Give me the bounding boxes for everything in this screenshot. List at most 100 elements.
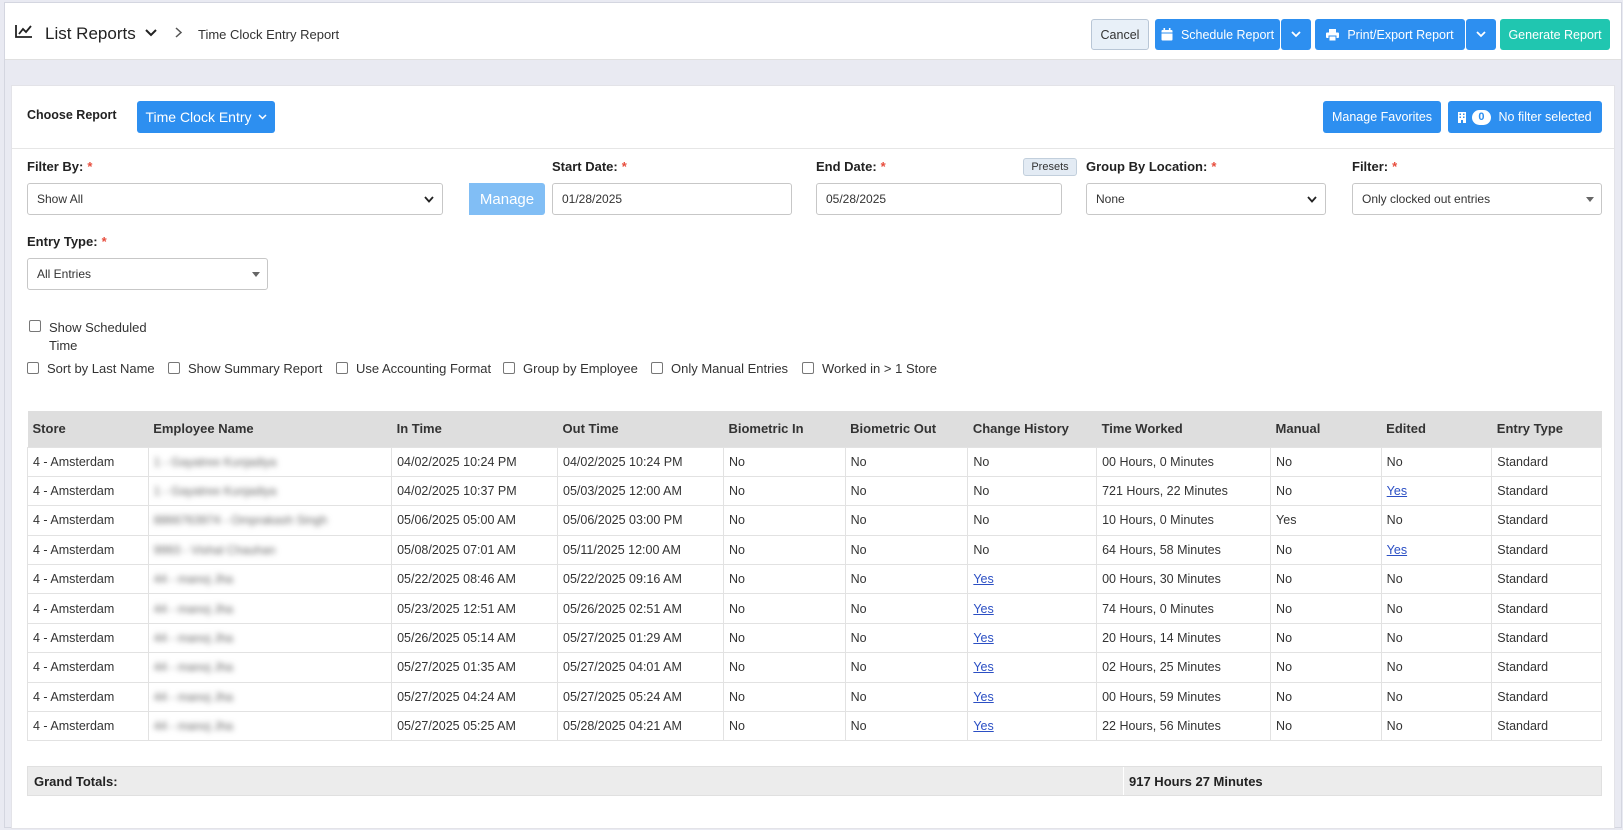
table-cell-type: Standard	[1491, 652, 1602, 683]
checkbox-box[interactable]	[29, 320, 41, 332]
worked-multi-store-checkbox[interactable]: Worked in > 1 Store	[802, 361, 937, 376]
end-date-input[interactable]: 05/28/2025	[816, 183, 1062, 215]
group-by-location-label: Group By Location: *	[1086, 159, 1217, 174]
column-header[interactable]: In Time	[391, 411, 558, 447]
table-row[interactable]: 4 - Amsterdam 9993 - Vishal Chauhan 05/08/…	[27, 534, 1602, 566]
checkbox-box[interactable]	[27, 362, 39, 374]
table-row[interactable]: 4 - Amsterdam 44 - manoj Jha 05/23/2025 12…	[27, 593, 1602, 624]
accounting-format-checkbox[interactable]: Use Accounting Format	[336, 361, 491, 376]
entry-type-select[interactable]: All Entries	[27, 258, 268, 290]
manage-filter-button[interactable]: Manage	[469, 183, 545, 215]
edited-link[interactable]: Yes	[1387, 543, 1407, 557]
edited-link[interactable]: Yes	[1387, 484, 1407, 498]
filter-by-select[interactable]: Show All	[27, 183, 443, 215]
table-cell-in: 05/26/2025 05:14 AM	[391, 622, 559, 654]
presets-button[interactable]: Presets	[1023, 158, 1077, 176]
filter-status-button[interactable]: 0 No filter selected	[1448, 101, 1602, 133]
start-date-input[interactable]: 01/28/2025	[552, 183, 792, 215]
change-history-link[interactable]: Yes	[973, 660, 993, 674]
show-scheduled-checkbox[interactable]: Show Scheduled Time	[29, 319, 169, 355]
employee-name[interactable]: 9993 - Vishal Chauhan	[154, 543, 276, 557]
start-date-value: 01/28/2025	[562, 192, 623, 206]
change-history-link[interactable]: Yes	[973, 719, 993, 733]
column-header[interactable]: Out Time	[557, 411, 724, 447]
checkbox-box[interactable]	[336, 362, 348, 374]
checkbox-box[interactable]	[651, 362, 663, 374]
table-cell-bio-out: No	[844, 652, 969, 683]
column-header[interactable]: Biometric Out	[845, 411, 968, 447]
table-row[interactable]: 4 - Amsterdam 44 - manoj Jha 05/27/2025 01…	[27, 652, 1602, 683]
table-row[interactable]: 4 - Amsterdam 8866763974 - Omprakash Sing…	[27, 505, 1602, 536]
table-row[interactable]: 4 - Amsterdam 44 - manoj Jha 05/26/2025 05…	[27, 622, 1602, 654]
column-header[interactable]: Time Worked	[1096, 411, 1271, 447]
table-cell-in: 04/02/2025 10:37 PM	[391, 475, 559, 507]
employee-name[interactable]: 44 - manoj Jha	[154, 602, 233, 616]
column-header[interactable]: Edited	[1381, 411, 1492, 447]
table-cell-bio-out: No	[844, 711, 969, 742]
table-cell-bio-in: No	[722, 652, 846, 683]
employee-name[interactable]: 1 - Gayatree Kunjadiya	[154, 484, 277, 498]
table-cell-history: No	[967, 534, 1098, 566]
checkbox-box[interactable]	[168, 362, 180, 374]
employee-name[interactable]: 8866763974 - Omprakash Singh	[154, 513, 327, 527]
choose-report-label: Choose Report	[27, 108, 117, 122]
table-cell-in: 05/23/2025 12:51 AM	[391, 593, 559, 624]
change-history-link[interactable]: Yes	[973, 690, 993, 704]
change-history-link[interactable]: Yes	[973, 631, 993, 645]
print-export-button[interactable]: Print/Export Report	[1315, 19, 1465, 50]
caret-down-icon	[252, 272, 260, 277]
chevron-down-icon[interactable]	[145, 29, 157, 37]
column-header[interactable]: Biometric In	[723, 411, 846, 447]
manage-favorites-button[interactable]: Manage Favorites	[1323, 101, 1441, 133]
table-row[interactable]: 4 - Amsterdam 44 - manoj Jha 05/27/2025 05…	[27, 711, 1602, 742]
table-cell-store: 4 - Amsterdam	[27, 681, 149, 713]
employee-name[interactable]: 44 - manoj Jha	[154, 631, 233, 645]
column-header[interactable]: Manual	[1270, 411, 1382, 447]
schedule-report-label: Schedule Report	[1180, 27, 1275, 42]
change-history-link[interactable]: Yes	[973, 602, 993, 616]
table-cell-out: 05/28/2025 04:21 AM	[557, 711, 724, 742]
filter-select[interactable]: Only clocked out entries	[1352, 183, 1602, 215]
change-history-link[interactable]: Yes	[973, 572, 993, 586]
group-employee-checkbox[interactable]: Group by Employee	[503, 361, 638, 376]
employee-name[interactable]: 1 - Gayatree Kunjadiya	[154, 455, 277, 469]
employee-name[interactable]: 44 - manoj Jha	[154, 690, 233, 704]
table-row[interactable]: 4 - Amsterdam 44 - manoj Jha 05/27/2025 04…	[27, 681, 1602, 713]
sort-last-name-checkbox[interactable]: Sort by Last Name	[27, 361, 155, 376]
table-cell-in: 05/27/2025 01:35 AM	[391, 652, 559, 683]
table-cell-bio-out: No	[844, 564, 969, 595]
table-row[interactable]: 4 - Amsterdam 1 - Gayatree Kunjadiya 04/02…	[27, 475, 1602, 507]
show-summary-checkbox[interactable]: Show Summary Report	[168, 361, 322, 376]
employee-name[interactable]: 44 - manoj Jha	[154, 572, 233, 586]
table-cell-worked: 20 Hours, 14 Minutes	[1096, 622, 1272, 654]
cancel-button[interactable]: Cancel	[1091, 19, 1149, 50]
print-export-dropdown[interactable]	[1466, 19, 1496, 50]
group-by-location-select[interactable]: None	[1086, 183, 1326, 215]
table-cell-in: 05/27/2025 04:24 AM	[391, 681, 559, 713]
checkbox-box[interactable]	[802, 362, 814, 374]
table-cell-bio-in: No	[722, 446, 846, 477]
column-header[interactable]: Store	[27, 411, 149, 447]
table-cell-edited: No	[1380, 564, 1493, 595]
top-bar: List Reports Time Clock Entry Report Can…	[5, 3, 1621, 60]
table-row[interactable]: 4 - Amsterdam 1 - Gayatree Kunjadiya 04/02…	[27, 446, 1602, 477]
checkbox-box[interactable]	[503, 362, 515, 374]
table-cell-bio-out: No	[844, 622, 969, 654]
column-header[interactable]: Change History	[967, 411, 1097, 447]
column-header[interactable]: Employee Name	[148, 411, 392, 447]
employee-name[interactable]: 44 - manoj Jha	[154, 719, 233, 733]
print-export-label: Print/Export Report	[1347, 27, 1454, 42]
table-row[interactable]: 4 - Amsterdam 44 - manoj Jha 05/22/2025 08…	[27, 564, 1602, 595]
column-header[interactable]: Entry Type	[1491, 411, 1602, 447]
table-cell-edited: No	[1380, 652, 1493, 683]
show-scheduled-label: Show Scheduled Time	[49, 320, 147, 353]
schedule-report-button[interactable]: Schedule Report	[1155, 19, 1280, 50]
manual-entries-checkbox[interactable]: Only Manual Entries	[651, 361, 788, 376]
table-cell-store: 4 - Amsterdam	[27, 505, 149, 536]
caret-down-icon	[1586, 197, 1594, 202]
schedule-report-dropdown[interactable]	[1281, 19, 1311, 50]
employee-name[interactable]: 44 - manoj Jha	[154, 660, 233, 674]
generate-report-button[interactable]: Generate Report	[1500, 19, 1610, 50]
report-select-button[interactable]: Time Clock Entry	[137, 101, 275, 133]
page-title[interactable]: List Reports	[45, 24, 136, 44]
